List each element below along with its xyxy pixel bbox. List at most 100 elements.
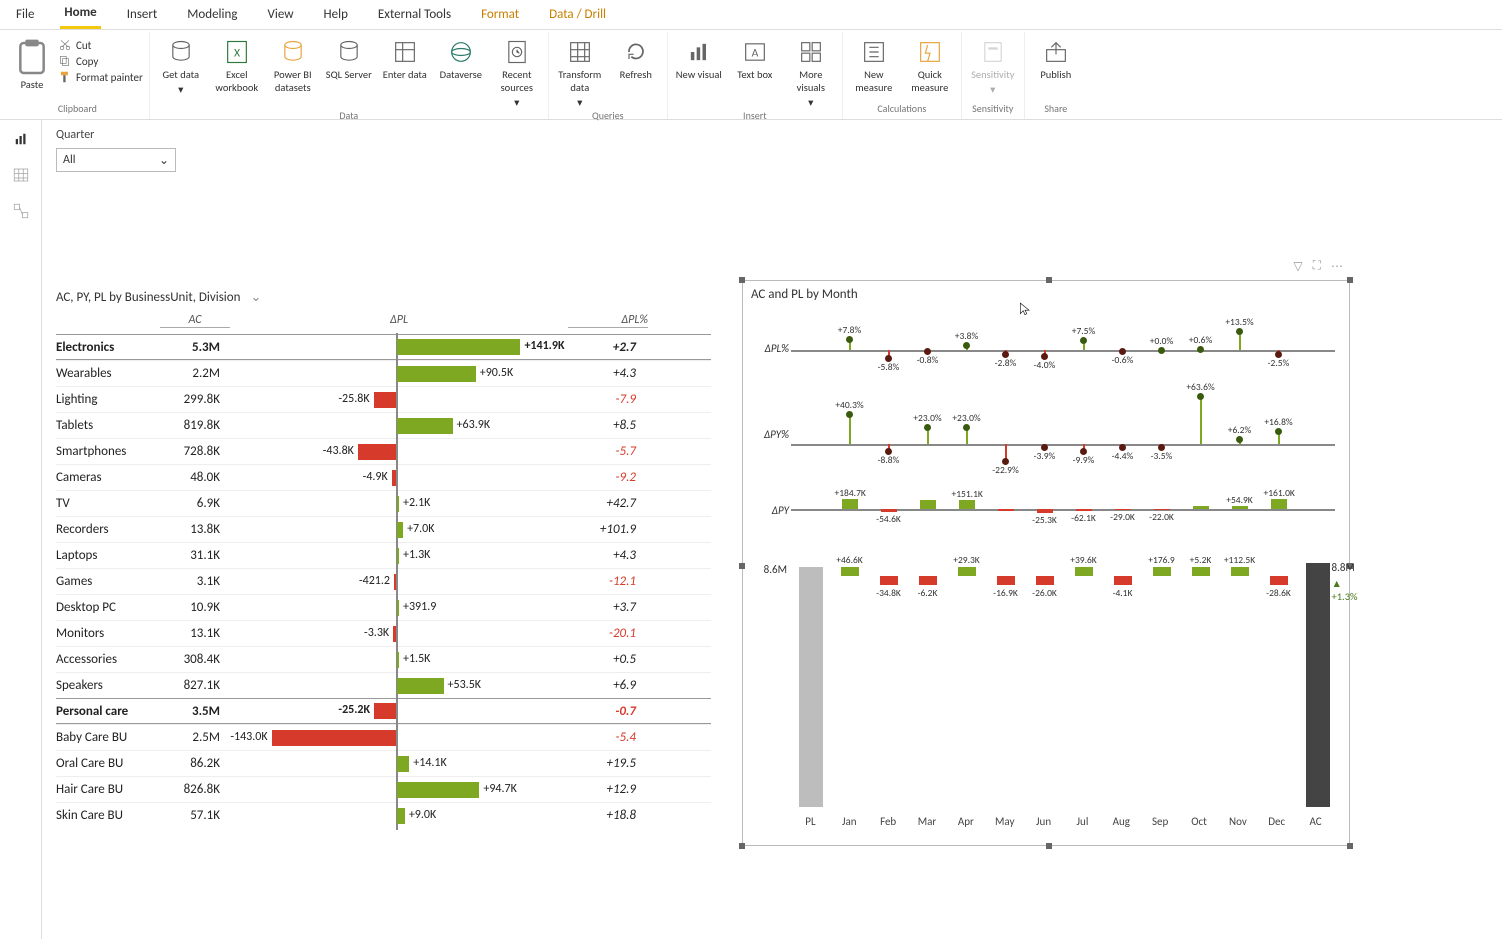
row-bar: +90.5K <box>226 363 556 385</box>
new-measure-button[interactable]: New measure <box>849 38 899 94</box>
table-row[interactable]: Monitors13.1K-3.3K-20.1 <box>56 620 711 646</box>
row-bar: -25.8K <box>226 389 556 411</box>
dataverse-icon <box>447 38 475 66</box>
row-name: Laptops <box>56 548 156 563</box>
menu-home[interactable]: Home <box>60 1 100 29</box>
month-axis-label: AC <box>1296 815 1335 828</box>
transform-data-button[interactable]: Transform data▾ <box>555 38 605 109</box>
menu-insert[interactable]: Insert <box>123 3 162 26</box>
row-bar: +14.1K <box>226 753 556 775</box>
table-row[interactable]: Accessories308.4K+1.5K+0.5 <box>56 646 711 672</box>
table-row[interactable]: Tablets819.8K+63.9K+8.5 <box>56 412 711 438</box>
chart-icon <box>685 38 713 66</box>
row-name: Oral Care BU <box>56 756 156 771</box>
header-dplp: ΔPL% <box>568 313 648 328</box>
enter-data-button[interactable]: Enter data <box>380 38 430 81</box>
report-canvas[interactable]: Quarter All ⌄ AC, PY, PL by BusinessUnit… <box>42 120 1502 939</box>
menu-view[interactable]: View <box>263 3 297 26</box>
table-row[interactable]: Recorders13.8K+7.0K+101.9 <box>56 516 711 542</box>
table-row[interactable]: TV6.9K+2.1K+42.7 <box>56 490 711 516</box>
resize-handle[interactable] <box>1046 277 1052 283</box>
refresh-icon <box>622 38 650 66</box>
sql-server-button[interactable]: SQL Server <box>324 38 374 81</box>
row-dplp: +8.5 <box>556 418 636 433</box>
month-axis-label: Mar <box>908 815 947 828</box>
group-label-share: Share <box>1044 102 1067 117</box>
more-options-icon[interactable]: ⋯ <box>1331 259 1343 274</box>
row-dplp: +4.3 <box>556 366 636 381</box>
more-visuals-button[interactable]: More visuals▾ <box>786 38 836 109</box>
table-row[interactable]: Desktop PC10.9K+391.9+3.7 <box>56 594 711 620</box>
report-view-button[interactable] <box>12 130 30 152</box>
ribbon-group-queries: Transform data▾ Refresh Queries <box>549 32 668 119</box>
row-name: TV <box>56 496 156 511</box>
recent-sources-button[interactable]: Recent sources▾ <box>492 38 542 109</box>
ribbon-group-data: Get data▾ XExcel workbook Power BI datas… <box>150 32 549 119</box>
table-row[interactable]: Games3.1K-421.2-12.1 <box>56 568 711 594</box>
table-row[interactable]: Oral Care BU86.2K+14.1K+19.5 <box>56 750 711 776</box>
resize-handle[interactable] <box>739 277 745 283</box>
table-row[interactable]: Lighting299.8K-25.8K-7.9 <box>56 386 711 412</box>
menu-help[interactable]: Help <box>320 3 352 26</box>
text-box-button[interactable]: AText box <box>730 38 780 81</box>
table-row[interactable]: Electronics5.3M+141.9K+2.7 <box>56 334 711 360</box>
menu-file[interactable]: File <box>12 3 38 26</box>
month-axis-label: Sep <box>1141 815 1180 828</box>
row-dplp: +12.9 <box>556 782 636 797</box>
resize-handle[interactable] <box>739 843 745 849</box>
row-ac: 57.1K <box>156 808 226 823</box>
header-dpl: ΔPL <box>234 313 564 328</box>
dataverse-button[interactable]: Dataverse <box>436 38 486 81</box>
resize-handle[interactable] <box>1046 843 1052 849</box>
menu-data-drill[interactable]: Data / Drill <box>545 3 610 26</box>
menu-modeling[interactable]: Modeling <box>183 3 241 26</box>
row-dplp: +18.8 <box>556 808 636 823</box>
resize-handle[interactable] <box>1347 277 1353 283</box>
month-axis-label: Aug <box>1102 815 1141 828</box>
row-ac: 13.8K <box>156 522 226 537</box>
menu-external-tools[interactable]: External Tools <box>374 3 455 26</box>
table-row[interactable]: Wearables2.2M+90.5K+4.3 <box>56 360 711 386</box>
row-bar: +1.3K <box>226 545 556 567</box>
filter-icon[interactable]: ▽ <box>1293 259 1302 274</box>
model-view-button[interactable] <box>12 202 30 224</box>
row-ac: 2.5M <box>156 730 226 745</box>
focus-mode-icon[interactable]: ⛶ <box>1313 259 1321 274</box>
menu-format[interactable]: Format <box>477 3 523 26</box>
cut-button[interactable]: Cut <box>58 38 91 52</box>
paste-button[interactable]: Paste <box>12 38 52 91</box>
table-row[interactable]: Laptops31.1K+1.3K+4.3 <box>56 542 711 568</box>
visual-header-icons: ▽ ⛶ ⋯ <box>1293 259 1343 274</box>
new-visual-button[interactable]: New visual <box>674 38 724 81</box>
quick-measure-button[interactable]: Quick measure <box>905 38 955 94</box>
slicer-dropdown[interactable]: All ⌄ <box>56 148 176 172</box>
row-dplp: +3.7 <box>556 600 636 615</box>
sensitivity-button[interactable]: Sensitivity▾ <box>968 38 1018 96</box>
publish-button[interactable]: Publish <box>1031 38 1081 81</box>
bu-division-visual[interactable]: AC, PY, PL by BusinessUnit, Division ⌄ A… <box>56 290 711 828</box>
table-row[interactable]: Smartphones728.8K-43.8K-5.7 <box>56 438 711 464</box>
table-row[interactable]: Skin Care BU57.1K+9.0K+18.8 <box>56 802 711 828</box>
table-row[interactable]: Cameras48.0K-4.9K-9.2 <box>56 464 711 490</box>
get-data-button[interactable]: Get data▾ <box>156 38 206 96</box>
row-name: Cameras <box>56 470 156 485</box>
pbi-datasets-button[interactable]: Power BI datasets <box>268 38 318 94</box>
month-visual[interactable]: ▽ ⛶ ⋯ AC and PL by Month ΔPL% ΔPY% ΔPY +… <box>742 280 1350 846</box>
table-row[interactable]: Baby Care BU2.5M-143.0K-5.4 <box>56 724 711 750</box>
lane-label-dplp: ΔPL% <box>749 342 789 355</box>
row-name: Tablets <box>56 418 156 433</box>
copy-button[interactable]: Copy <box>58 54 98 68</box>
recent-icon <box>503 38 531 66</box>
table-row[interactable]: Personal care3.5M-25.2K-0.7 <box>56 698 711 724</box>
table-row[interactable]: Speakers827.1K+53.5K+6.9 <box>56 672 711 698</box>
format-painter-button[interactable]: Format painter <box>58 70 143 84</box>
excel-workbook-button[interactable]: XExcel workbook <box>212 38 262 94</box>
resize-handle[interactable] <box>1347 843 1353 849</box>
month-axis-label: Jun <box>1024 815 1063 828</box>
data-view-button[interactable] <box>12 166 30 188</box>
table-row[interactable]: Hair Care BU826.8K+94.7K+12.9 <box>56 776 711 802</box>
row-dplp: +101.9 <box>556 522 636 537</box>
refresh-button[interactable]: Refresh <box>611 38 661 81</box>
row-bar: +141.9K <box>226 336 556 358</box>
chevron-down-icon[interactable]: ⌄ <box>250 290 261 305</box>
